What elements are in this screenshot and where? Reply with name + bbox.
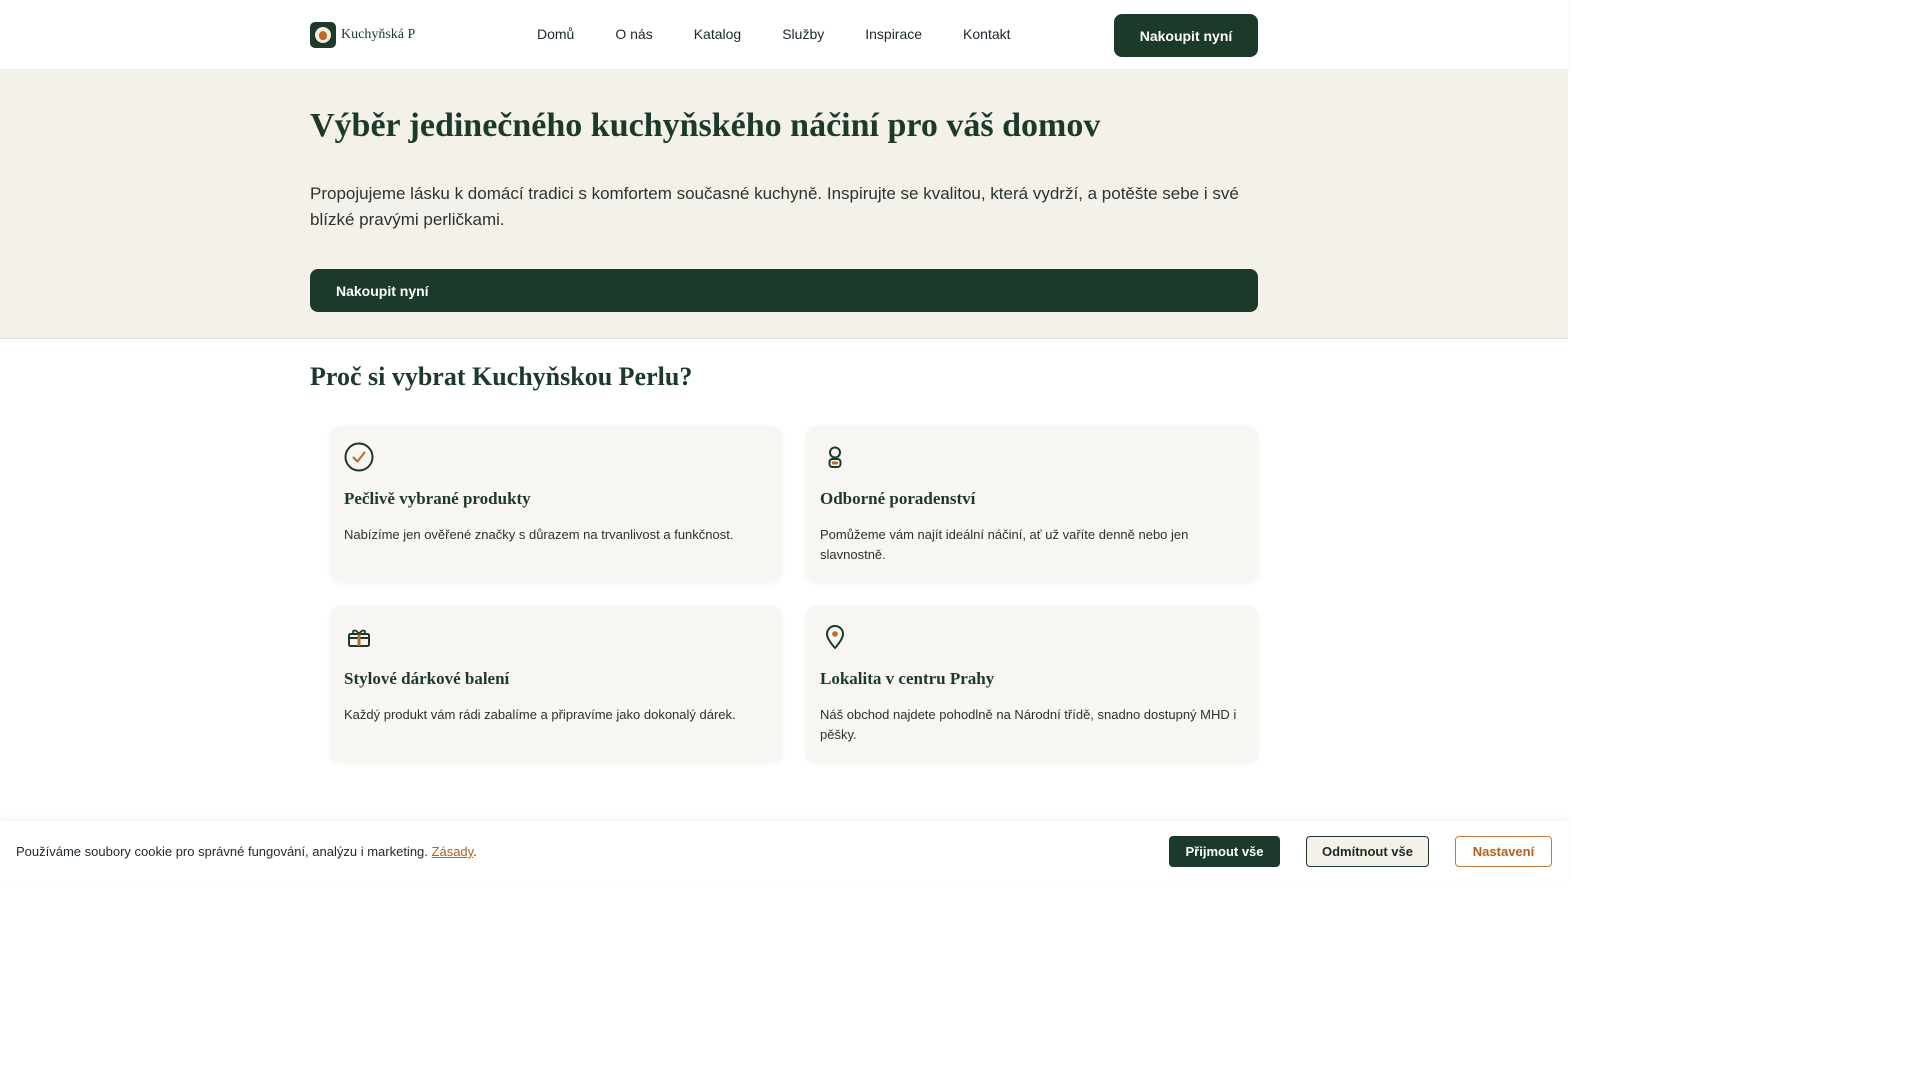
feature-card-title: Odborné poradenství (820, 489, 976, 508)
feature-card: Lokalita v centru Prahy Náš obchod najde… (806, 606, 1258, 761)
why-section-title: Proč si vybrat Kuchyňskou Perlu? (310, 362, 693, 391)
nav-link-home[interactable]: Domů (537, 26, 574, 42)
accept-all-cookies-button[interactable]: Přijmout vše (1169, 836, 1280, 867)
nav-link-services[interactable]: Služby (782, 26, 824, 42)
nav-link-contact[interactable]: Kontakt (963, 26, 1010, 42)
header-shop-now-button[interactable]: Nakoupit nyní (1114, 14, 1258, 57)
location-pin-icon (820, 622, 850, 652)
nav-link-inspiration[interactable]: Inspirace (865, 26, 922, 42)
cookie-message-text: Používáme soubory cookie pro správné fun… (16, 844, 428, 859)
nav-link-catalog[interactable]: Katalog (694, 26, 741, 42)
cookie-policy-link[interactable]: Zásady (432, 844, 474, 859)
feature-card-title: Lokalita v centru Prahy (820, 669, 995, 688)
feature-card: Stylové dárkové balení Každý produkt vám… (330, 606, 782, 761)
feature-card-text: Náš obchod najdete pohodlně na Národní t… (820, 707, 1237, 742)
cookie-settings-button[interactable]: Nastavení (1455, 836, 1552, 867)
hero-title: Výběr jedinečného kuchyňského náčiní pro… (310, 107, 1101, 144)
feature-card-text: Pomůžeme vám najít ideální náčiní, ať už… (820, 527, 1189, 562)
feature-card-title: Pečlivě vybrané produkty (344, 489, 531, 508)
brand-logo[interactable]: Kuchyňská Perla (310, 22, 415, 48)
feature-card-title: Stylové dárkové balení (344, 669, 510, 688)
feature-card-text: Každý produkt vám rádi zabalíme a připra… (344, 707, 736, 722)
cookie-message: Používáme soubory cookie pro správné fun… (16, 844, 477, 859)
gift-icon (344, 622, 374, 652)
hero-shop-now-button[interactable]: Nakoupit nyní (310, 269, 1258, 312)
feature-card-text: Nabízíme jen ověřené značky s důrazem na… (344, 527, 734, 542)
main-nav: Domů O nás Katalog Služby Inspirace Kont… (537, 26, 1011, 42)
advisor-icon (820, 442, 850, 472)
cookie-banner: Používáme soubory cookie pro správné fun… (0, 821, 1568, 882)
hero-section: Výběr jedinečného kuchyňského náčiní pro… (0, 71, 1568, 339)
site-header: Kuchyňská Perla Domů O nás Katalog Služb… (0, 0, 1568, 70)
reject-all-cookies-button[interactable]: Odmítnout vše (1306, 836, 1429, 867)
feature-card: Pečlivě vybrané produkty Nabízíme jen ov… (330, 426, 782, 581)
hero-text: Propojujeme lásku k domácí tradici s kom… (310, 184, 1239, 229)
pearl-logo-icon (310, 22, 336, 48)
brand-name: Kuchyňská Perla (341, 27, 415, 42)
check-circle-icon (344, 442, 374, 472)
nav-link-about[interactable]: O nás (615, 26, 652, 42)
feature-card: Odborné poradenství Pomůžeme vám najít i… (806, 426, 1258, 581)
